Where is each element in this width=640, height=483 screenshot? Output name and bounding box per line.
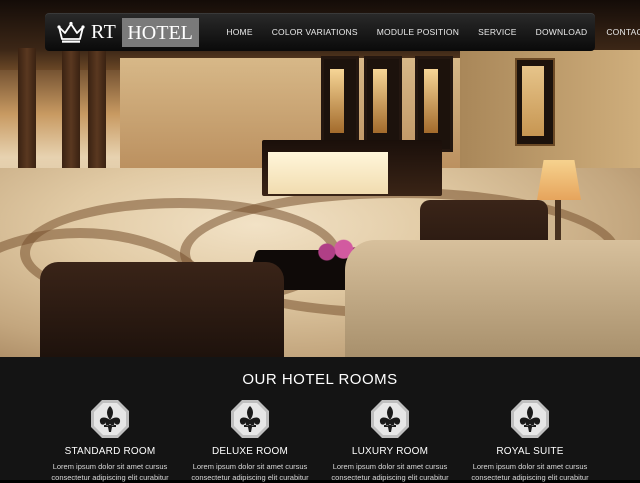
room-card-standard[interactable]: STANDARD ROOM Lorem ipsum dolor sit amet… <box>40 399 180 483</box>
room-card-deluxe[interactable]: DELUXE ROOM Lorem ipsum dolor sit amet c… <box>180 399 320 483</box>
fleur-de-lis-icon <box>91 400 129 438</box>
hero-art-frame <box>515 58 555 146</box>
nav-item-home[interactable]: HOME <box>226 27 252 37</box>
logo-prefix: RT <box>91 20 117 43</box>
hero-armchair-front <box>40 262 284 357</box>
nav-item-download[interactable]: DOWNLOAD <box>536 27 588 37</box>
main-navbar: RT HOTEL HOME COLOR VARIATIONS MODULE PO… <box>45 13 640 51</box>
room-description-line: Lorem ipsum dolor sit amet cursus <box>332 462 448 471</box>
nav-menu: HOME COLOR VARIATIONS MODULE POSITION SE… <box>217 27 640 37</box>
hero-desk-light <box>268 152 388 194</box>
room-description-line: Lorem ipsum dolor sit amet cursus <box>192 462 308 471</box>
hero-lamp <box>537 160 581 200</box>
hero-sofa <box>345 240 640 357</box>
room-name: LUXURY ROOM <box>351 446 429 457</box>
room-description-line: consectetur adipiscing elit curabitur <box>191 473 309 482</box>
room-name: STANDARD ROOM <box>64 446 156 457</box>
crown-icon <box>57 21 85 43</box>
logo-badge: HOTEL <box>122 17 199 47</box>
nav-item-module-position[interactable]: MODULE POSITION <box>377 27 459 37</box>
room-name: DELUXE ROOM <box>211 446 289 457</box>
fleur-de-lis-icon <box>231 400 269 438</box>
hero-pillar <box>88 48 106 168</box>
rooms-title: OUR HOTEL ROOMS <box>242 371 398 388</box>
room-description-line: consectetur adipiscing elit curabitur <box>331 473 449 482</box>
room-card-luxury[interactable]: LUXURY ROOM Lorem ipsum dolor sit amet c… <box>320 399 460 483</box>
rooms-section: OUR HOTEL ROOMS STANDARD ROOM Lorem ipsu… <box>0 357 640 483</box>
hero-lobby-image <box>0 0 640 357</box>
room-description-line: Lorem ipsum dolor sit amet cursus <box>472 462 588 471</box>
nav-item-contact[interactable]: CONTACT <box>606 27 640 37</box>
room-description-line: consectetur adipiscing elit curabitur <box>51 473 169 482</box>
room-name: ROYAL SUITE <box>496 446 564 457</box>
room-card-royal-suite[interactable]: ROYAL SUITE Lorem ipsum dolor sit amet c… <box>460 399 600 483</box>
fleur-de-lis-icon <box>371 400 409 438</box>
hero-wall-panel <box>364 56 402 152</box>
hero-pillar <box>62 48 80 168</box>
nav-item-color-variations[interactable]: COLOR VARIATIONS <box>272 27 358 37</box>
hero-wall-panel <box>415 56 453 152</box>
site-logo[interactable]: RT HOTEL <box>45 13 199 51</box>
hero-wall-panel <box>321 56 359 152</box>
room-description-line: consectetur adipiscing elit curabitur <box>471 473 589 482</box>
nav-item-service[interactable]: SERVICE <box>478 27 517 37</box>
hero-pillar <box>18 48 36 168</box>
fleur-de-lis-icon <box>511 400 549 438</box>
room-description-line: Lorem ipsum dolor sit amet cursus <box>52 462 168 471</box>
